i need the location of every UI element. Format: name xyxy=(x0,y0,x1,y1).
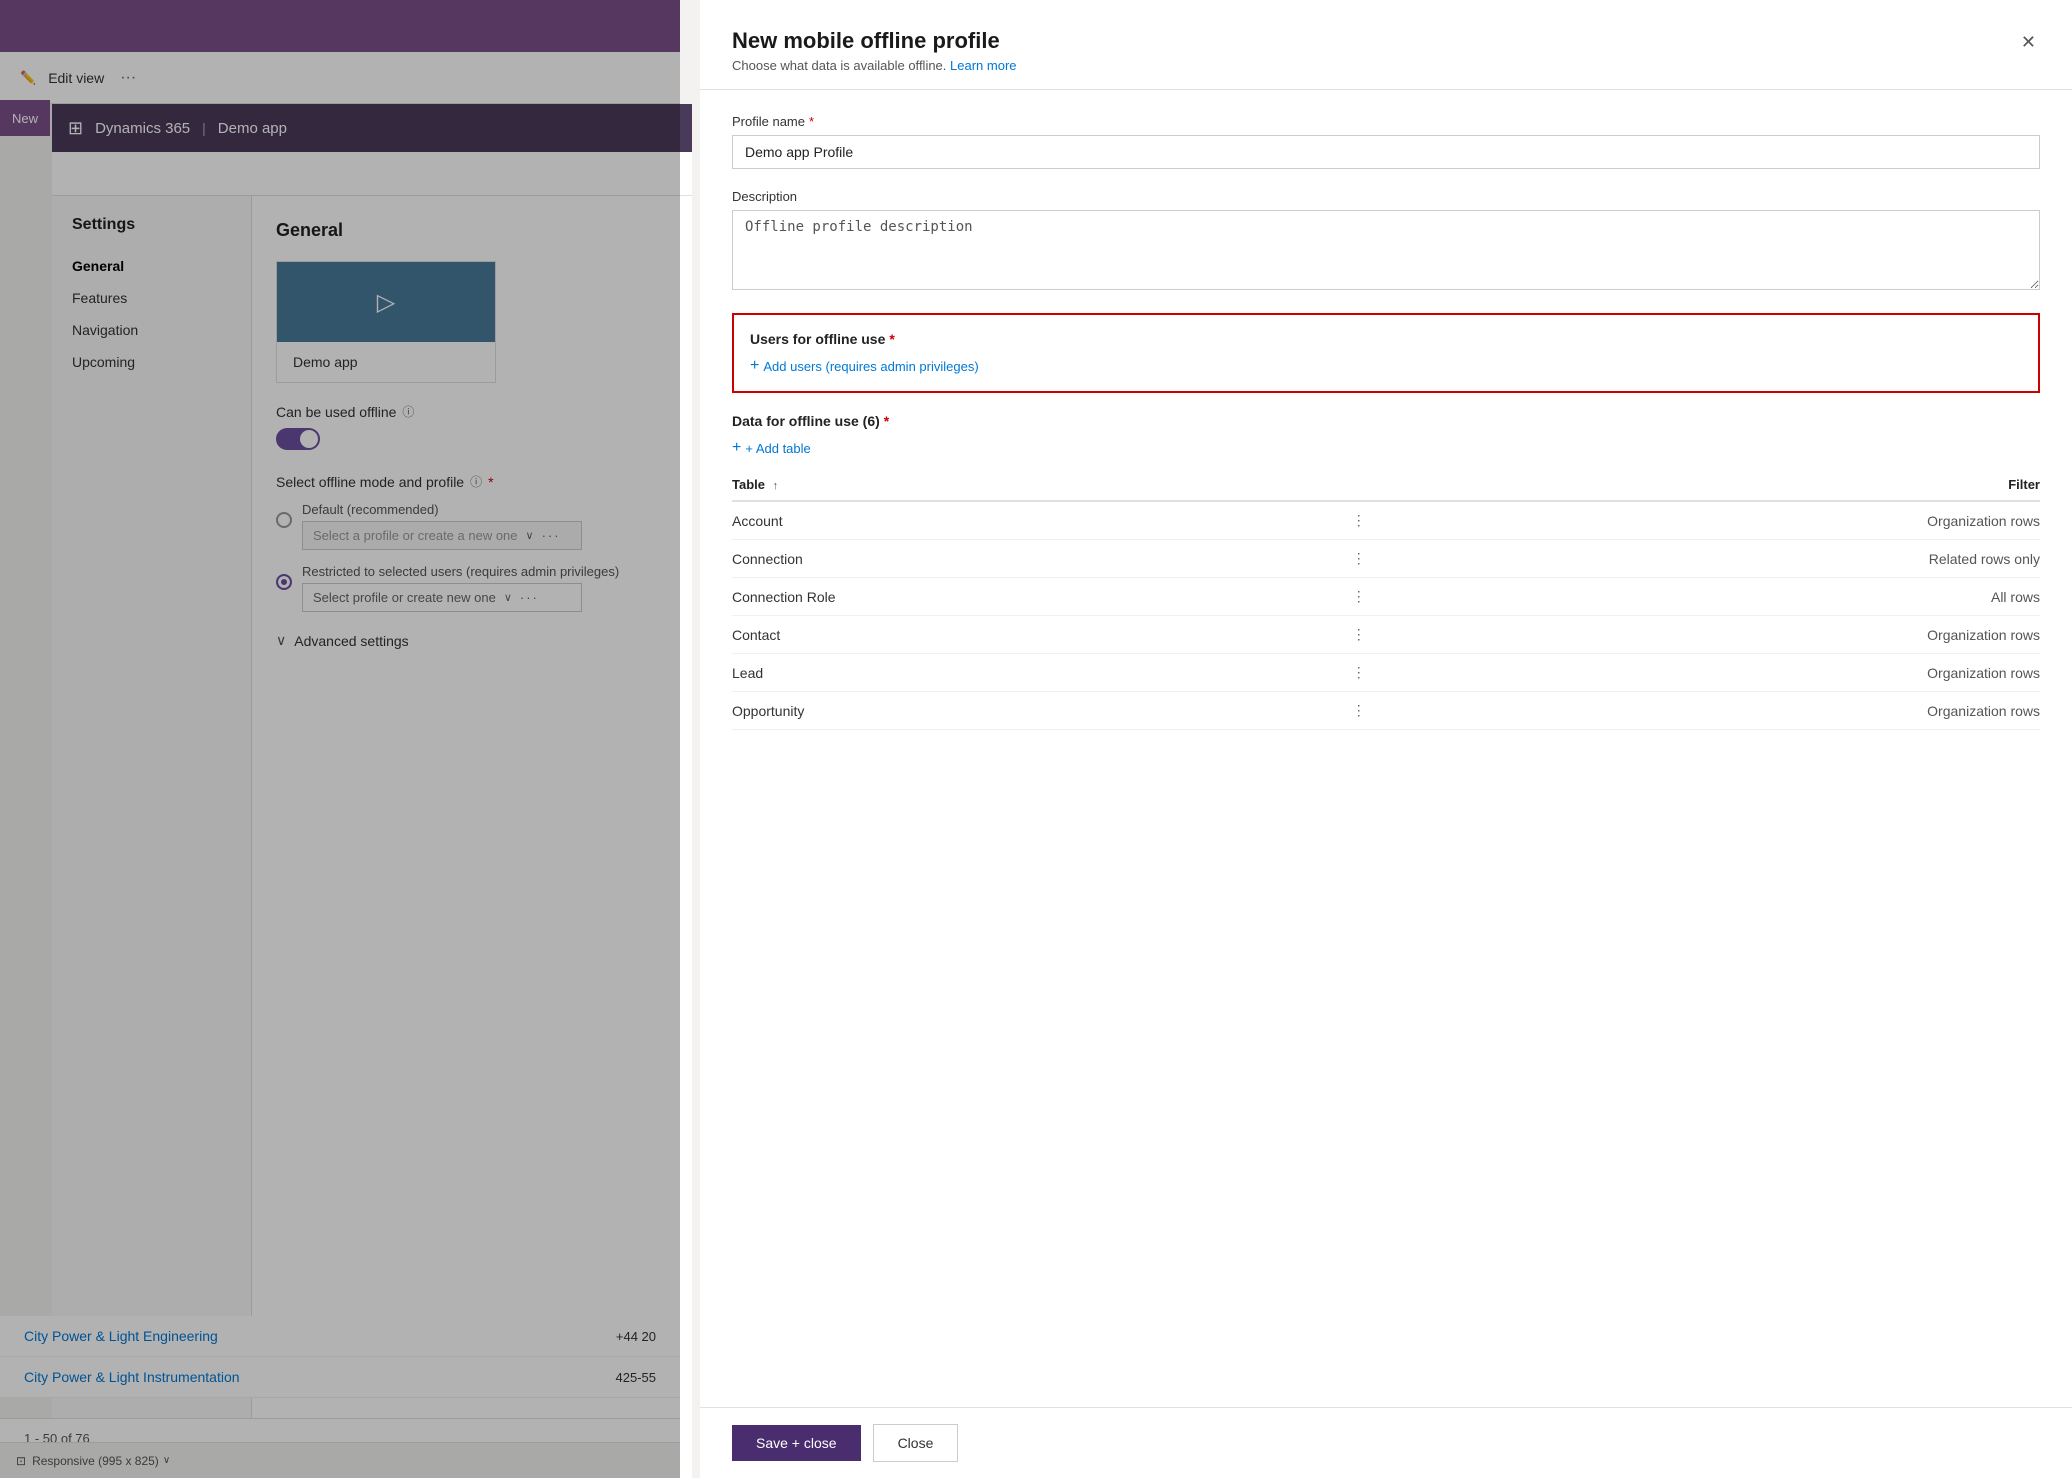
plus-icon-table: + xyxy=(732,439,741,457)
data-section-title: Data for offline use (6) * xyxy=(732,413,2040,429)
data-table: Table ↑ Filter Account ⋮ Organization ro… xyxy=(732,469,2040,730)
panel-body: Profile name * Description Offline profi… xyxy=(700,90,2072,1407)
table-col-header: Table ↑ xyxy=(732,469,1339,501)
table-cell-name: Lead xyxy=(732,654,1339,692)
row-dots-button[interactable]: ⋮ xyxy=(1339,654,1379,692)
table-cell-name: Connection Role xyxy=(732,578,1339,616)
users-section: Users for offline use * + Add users (req… xyxy=(732,313,2040,393)
table-row: Opportunity ⋮ Organization rows xyxy=(732,692,2040,730)
row-dots-button[interactable]: ⋮ xyxy=(1339,540,1379,578)
table-cell-filter: Organization rows xyxy=(1379,616,2040,654)
close-panel-button[interactable]: ✕ xyxy=(2017,28,2040,57)
add-table-button[interactable]: + + Add table xyxy=(732,439,811,457)
table-cell-name: Opportunity xyxy=(732,692,1339,730)
required-star: * xyxy=(889,331,894,347)
learn-more-link[interactable]: Learn more xyxy=(950,58,1016,73)
table-cell-name: Contact xyxy=(732,616,1339,654)
table-cell-filter: Organization rows xyxy=(1379,501,2040,540)
add-table-label: + Add table xyxy=(745,441,810,456)
profile-name-group: Profile name * xyxy=(732,114,2040,169)
dots-col-header xyxy=(1339,469,1379,501)
description-textarea[interactable]: Offline profile description xyxy=(732,210,2040,290)
table-row: Lead ⋮ Organization rows xyxy=(732,654,2040,692)
table-cell-name: Connection xyxy=(732,540,1339,578)
panel-footer: Save + close Close xyxy=(700,1407,2072,1478)
save-close-button[interactable]: Save + close xyxy=(732,1425,861,1461)
panel-header: New mobile offline profile Choose what d… xyxy=(700,0,2072,90)
close-button[interactable]: Close xyxy=(873,1424,959,1462)
data-section: Data for offline use (6) * + + Add table… xyxy=(732,413,2040,730)
table-row: Contact ⋮ Organization rows xyxy=(732,616,2040,654)
table-row: Connection ⋮ Related rows only xyxy=(732,540,2040,578)
profile-name-input[interactable] xyxy=(732,135,2040,169)
users-section-title: Users for offline use * xyxy=(750,331,2022,347)
table-row: Connection Role ⋮ All rows xyxy=(732,578,2040,616)
row-dots-button[interactable]: ⋮ xyxy=(1339,501,1379,540)
add-users-button[interactable]: + Add users (requires admin privileges) xyxy=(750,357,979,375)
overlay-backdrop xyxy=(0,0,680,1478)
sort-icon[interactable]: ↑ xyxy=(773,480,779,492)
table-cell-filter: All rows xyxy=(1379,578,2040,616)
row-dots-button[interactable]: ⋮ xyxy=(1339,616,1379,654)
table-cell-filter: Related rows only xyxy=(1379,540,2040,578)
add-users-label: Add users (requires admin privileges) xyxy=(763,359,978,374)
required-star: * xyxy=(884,413,889,429)
required-star: * xyxy=(809,114,814,129)
plus-icon: + xyxy=(750,357,759,375)
panel-title: New mobile offline profile xyxy=(732,28,1017,54)
profile-name-label: Profile name * xyxy=(732,114,2040,129)
table-cell-filter: Organization rows xyxy=(1379,692,2040,730)
filter-col-header: Filter xyxy=(1379,469,2040,501)
table-row: Account ⋮ Organization rows xyxy=(732,501,2040,540)
description-label: Description xyxy=(732,189,2040,204)
table-cell-name: Account xyxy=(732,501,1339,540)
panel-header-text: New mobile offline profile Choose what d… xyxy=(732,28,1017,73)
table-cell-filter: Organization rows xyxy=(1379,654,2040,692)
row-dots-button[interactable]: ⋮ xyxy=(1339,578,1379,616)
description-group: Description Offline profile description xyxy=(732,189,2040,293)
row-dots-button[interactable]: ⋮ xyxy=(1339,692,1379,730)
offline-profile-panel: New mobile offline profile Choose what d… xyxy=(700,0,2072,1478)
panel-subtitle: Choose what data is available offline. L… xyxy=(732,58,1017,73)
